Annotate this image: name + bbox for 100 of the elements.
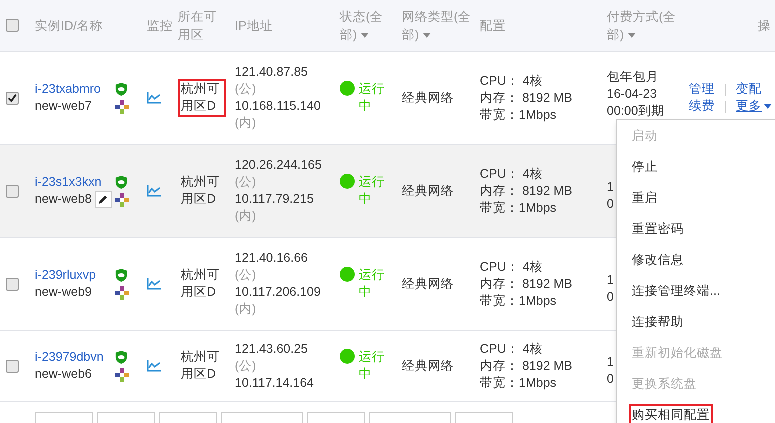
ip-tag: (内) [235, 115, 340, 132]
column-header: 实例ID/名称 [35, 18, 104, 34]
menu-item[interactable]: 重置密码 [629, 218, 687, 241]
checkbox[interactable] [6, 278, 19, 290]
private-ip: 10.168.115.140 [235, 98, 322, 115]
config-text: 内存： 8192 MB [480, 276, 574, 292]
ip-tag: (内) [235, 301, 340, 318]
column-header: 所在可用区 [178, 8, 218, 44]
menu-item[interactable]: 连接管理终端... [629, 280, 724, 303]
menu-item[interactable]: 修改信息 [629, 249, 687, 272]
instance-name: new-web9 [35, 284, 92, 301]
checkbox[interactable] [6, 92, 19, 104]
ip-tag: (公) [235, 174, 340, 191]
line-chart-icon[interactable] [147, 92, 161, 104]
instance-id-link[interactable]: i-239rluxvp [35, 267, 113, 284]
payment-text: 16-04-23 [607, 86, 658, 102]
checkbox[interactable] [6, 360, 19, 372]
column-header: 监控 [147, 18, 174, 34]
action-link[interactable]: 更多 [736, 98, 772, 115]
column-header: 配置 [480, 18, 507, 34]
private-ip: 10.117.79.215 [235, 191, 316, 208]
config-text: CPU： 4核 [480, 258, 544, 276]
ip-tag: (内) [235, 208, 340, 225]
checkbox[interactable] [6, 19, 19, 32]
line-chart-icon[interactable] [147, 278, 161, 290]
public-ip: 121.40.16.66 [235, 250, 309, 267]
config-text: 带宽：1Mbps [480, 292, 558, 310]
instance-id-link[interactable]: i-23txabmro [35, 81, 113, 98]
zone-text: 杭州可用区D [180, 349, 221, 383]
column-header: IP地址 [235, 18, 274, 34]
status-text: 运行中 [359, 174, 386, 208]
menu-item[interactable]: 连接帮助 [629, 311, 687, 334]
instance-id-link[interactable]: i-23s1x3kxn [35, 174, 113, 191]
config-text: 内存： 8192 MB [480, 90, 574, 106]
action-link[interactable]: 管理 [689, 81, 715, 98]
toolbar-button[interactable] [455, 412, 513, 423]
menu-item[interactable]: 购买相同配置 [629, 404, 713, 423]
menu-item[interactable]: 重启 [629, 187, 661, 210]
config-text: 带宽：1Mbps [480, 106, 558, 124]
payment-text: 1 [607, 272, 614, 288]
payment-text: 0 [607, 288, 614, 306]
config-text: 带宽：1Mbps [480, 374, 558, 392]
line-chart-icon[interactable] [147, 360, 161, 372]
menu-item[interactable]: 停止 [629, 156, 661, 179]
ip-tag: (公) [235, 358, 340, 374]
payment-text: 1 [607, 178, 614, 196]
toolbar-button[interactable] [35, 412, 93, 423]
flower-icon [115, 192, 129, 206]
config-text: 内存： 8192 MB [480, 358, 574, 374]
toolbar-button[interactable] [307, 412, 365, 423]
line-chart-icon[interactable] [147, 185, 161, 197]
status-text: 运行中 [359, 267, 386, 301]
network-type: 经典网络 [402, 358, 454, 372]
toolbar-button[interactable] [369, 412, 451, 423]
config-text: CPU： 4核 [480, 166, 544, 182]
flower-icon [115, 286, 129, 300]
public-ip: 120.26.244.165 [235, 157, 323, 174]
config-text: CPU： 4核 [480, 72, 544, 90]
config-text: CPU： 4核 [480, 340, 544, 358]
caret-icon [423, 32, 432, 38]
instance-name: new-web7 [35, 98, 92, 115]
instance-name: new-web8 [35, 191, 92, 208]
pencil-icon [98, 194, 109, 205]
checkbox[interactable] [6, 184, 19, 198]
status-text: 运行中 [359, 81, 386, 115]
payment-text: 00:00到期 [607, 102, 664, 120]
instance-id-link[interactable]: i-23979dbvn [35, 349, 113, 366]
config-text: 带宽：1Mbps [480, 200, 558, 216]
network-type: 经典网络 [402, 276, 454, 290]
toolbar-button[interactable] [221, 412, 303, 423]
flower-icon [115, 368, 129, 382]
action-link[interactable]: 变配 [736, 81, 762, 98]
flower-icon [115, 100, 129, 114]
public-ip: 121.43.60.25 [235, 340, 309, 358]
caret-icon [628, 32, 636, 38]
zone-text: 杭州可用区D [178, 79, 226, 117]
public-ip: 121.40.87.85 [235, 64, 309, 81]
ip-tag: (公) [235, 81, 340, 98]
toolbar-button[interactable] [159, 412, 217, 423]
ip-tag: (公) [235, 267, 340, 284]
config-text: 内存： 8192 MB [480, 182, 574, 200]
action-link[interactable]: 续费 [689, 98, 715, 115]
shield-icon [115, 82, 128, 96]
network-type: 经典网络 [402, 90, 454, 104]
private-ip: 10.117.14.164 [235, 374, 316, 392]
edit-button[interactable] [94, 191, 112, 208]
toolbar-button[interactable] [97, 412, 155, 423]
payment-text: 0 [607, 196, 614, 212]
status-text: 运行中 [359, 349, 386, 383]
zone-text: 杭州可用区D [180, 174, 221, 208]
caret-icon [361, 32, 370, 38]
payment-text: 1 [607, 354, 614, 370]
shield-icon [115, 176, 128, 188]
network-type: 经典网络 [402, 184, 454, 198]
private-ip: 10.117.206.109 [235, 284, 322, 301]
caret-icon [764, 104, 772, 109]
payment-text: 包年包月 [607, 68, 659, 86]
shield-icon [115, 350, 128, 364]
shield-icon [115, 268, 128, 282]
payment-text: 0 [607, 370, 614, 388]
